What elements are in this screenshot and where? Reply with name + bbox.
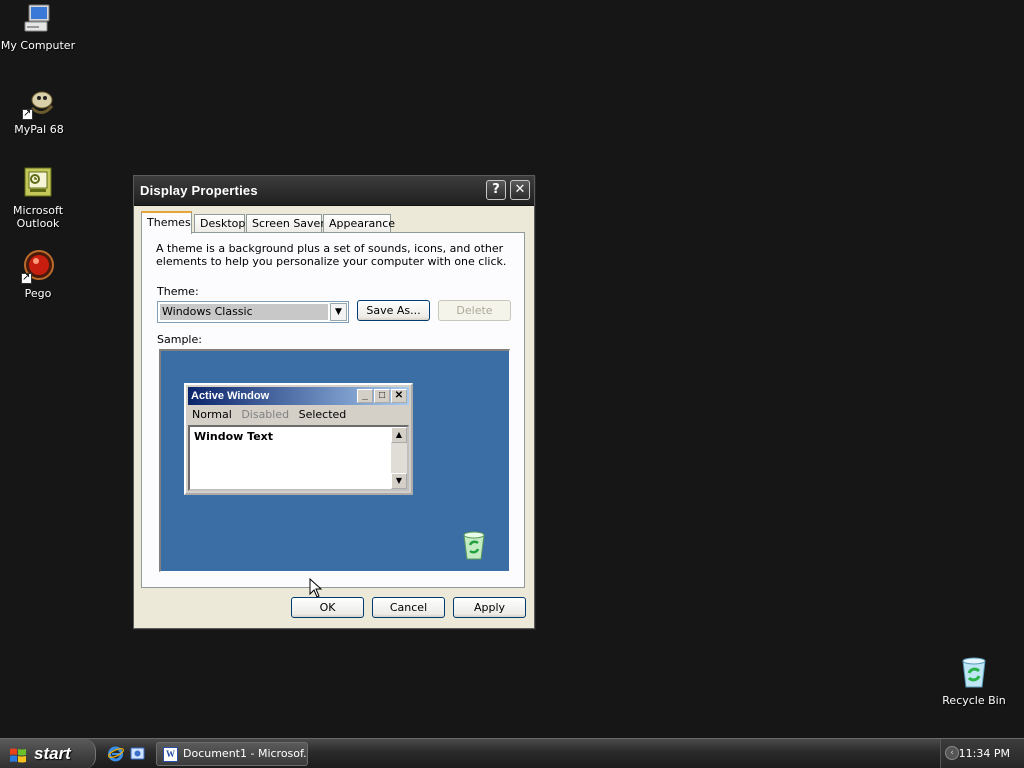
show-desktop-icon[interactable] [129,745,146,762]
sample-menu-normal: Normal [192,408,232,421]
minimize-icon: _ [357,389,373,403]
delete-button[interactable]: Delete [438,300,511,321]
themes-panel: A theme is a background plus a set of so… [141,232,525,588]
cancel-button[interactable]: Cancel [372,597,445,618]
desktop-icon-label: Microsoft Outlook [12,204,64,230]
sample-text-area: Window Text ▲ ▼ [188,425,409,491]
save-as-button[interactable]: Save As... [357,300,430,321]
sample-scrollbar: ▲ ▼ [391,427,407,489]
chevron-down-icon[interactable]: ▼ [330,303,347,321]
dialog-title: Display Properties [140,183,258,198]
maximize-icon: □ [374,389,390,403]
my-computer-icon [21,2,55,36]
taskbar-item-document1[interactable]: W Document1 - Microsof... [156,742,308,766]
recycle-bin-icon [957,657,991,691]
apply-button[interactable]: Apply [453,597,526,618]
windows-logo-icon [9,745,27,763]
word-document-icon: W [163,747,178,762]
scroll-up-icon: ▲ [391,427,407,443]
internet-explorer-icon[interactable] [107,745,124,762]
desktop-icon-label: MyPal 68 [14,123,64,136]
desktop-icon-label: Pego [24,287,52,300]
sample-window-title: Active Window _ □ ✕ [188,387,409,405]
desktop-icon-recycle-bin[interactable]: Recycle Bin [934,657,1014,707]
help-button[interactable]: ? [486,180,506,200]
taskbar-item-label: Document1 - Microsof... [183,747,308,760]
sample-menu-disabled: Disabled [241,408,290,421]
desktop-icon-my-computer[interactable]: My Computer [0,2,78,52]
mouse-cursor-icon [309,577,323,598]
sample-recycle-bin-icon [461,531,487,561]
clock[interactable]: 11:34 PM [959,747,1010,760]
start-label: start [34,744,71,763]
close-button[interactable]: ✕ [510,180,530,200]
desktop-icon-pego[interactable]: Pego [0,250,78,300]
desktop-icon-label: Recycle Bin [942,694,1006,707]
shortcut-arrow-icon [21,271,32,284]
tray-expand-icon[interactable]: ‹ [945,746,959,760]
outlook-icon [21,167,55,201]
shortcut-arrow-icon [22,107,33,120]
sample-window-text: Window Text [194,430,274,443]
scroll-down-icon: ▼ [391,473,407,489]
sample-menu-bar: Normal Disabled Selected [192,408,352,421]
sample-label: Sample: [157,333,202,346]
tab-desktop[interactable]: Desktop [194,214,245,233]
tab-screen-saver[interactable]: Screen Saver [246,214,325,233]
pego-icon [21,250,55,284]
sample-menu-selected: Selected [298,408,347,421]
sample-active-window: Active Window _ □ ✕ Normal Disabled Sele… [184,383,413,495]
ok-button[interactable]: OK [291,597,364,618]
sample-preview: Active Window _ □ ✕ Normal Disabled Sele… [159,349,510,572]
desktop-icon-outlook[interactable]: Microsoft Outlook [0,167,78,230]
start-button[interactable]: start [0,739,96,768]
sample-window-title-text: Active Window [191,390,270,402]
desktop-icon-mypal[interactable]: MyPal 68 [0,86,79,136]
taskbar: start W Document1 - Microsof... ‹ 11:34 … [0,738,1024,768]
title-bar[interactable]: Display Properties ? ✕ [134,176,534,206]
mypal-icon [22,86,56,120]
system-tray: ‹ 11:34 PM [940,739,1024,768]
theme-select[interactable]: Windows Classic ▼ [157,301,349,323]
theme-description: A theme is a background plus a set of so… [156,242,507,268]
tab-appearance[interactable]: Appearance [323,214,395,233]
close-icon: ✕ [391,389,407,403]
display-properties-dialog: Display Properties ? ✕ Themes Desktop Sc… [133,175,535,629]
theme-select-value: Windows Classic [160,304,328,320]
desktop-icon-label: My Computer [0,39,76,52]
theme-label: Theme: [157,285,199,298]
tab-themes[interactable]: Themes [141,211,192,234]
